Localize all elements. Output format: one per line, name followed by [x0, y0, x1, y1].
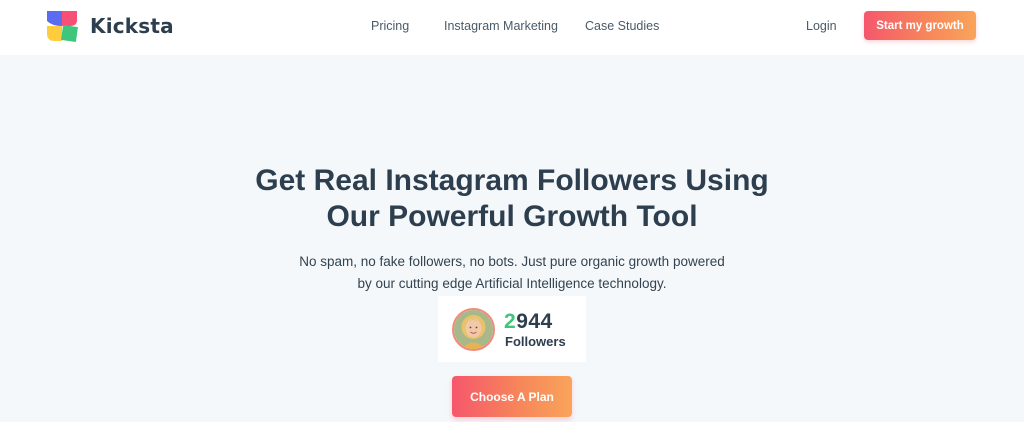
nav-pricing-link[interactable]: Pricing — [371, 19, 409, 33]
follower-count-rest-digits: 944 — [516, 310, 553, 333]
top-navigation-bar: Kicksta Pricing Instagram Marketing Case… — [0, 0, 1024, 55]
nav-instagram-marketing-link[interactable]: Instagram Marketing — [444, 19, 558, 33]
choose-a-plan-button[interactable]: Choose A Plan — [452, 376, 572, 417]
hero-title-line-1: Get Real Instagram Followers Using — [255, 164, 769, 197]
follower-counter-card: 2944 Followers — [438, 296, 586, 362]
hero-title-line-2: Our Powerful Growth Tool — [326, 200, 698, 233]
hero-subtitle: No spam, no fake followers, no bots. Jus… — [0, 251, 1024, 295]
hero-subtitle-line-2: by our cutting edge Artificial Intellige… — [357, 276, 667, 291]
avatar-image — [454, 310, 493, 349]
hero-subtitle-line-1: No spam, no fake followers, no bots. Jus… — [299, 254, 725, 269]
follower-count: 2944 — [504, 310, 553, 334]
login-link[interactable]: Login — [806, 19, 837, 33]
start-my-growth-button[interactable]: Start my growth — [864, 11, 976, 40]
nav-case-studies-link[interactable]: Case Studies — [585, 19, 659, 33]
followers-label: Followers — [505, 334, 566, 349]
hero-title: Get Real Instagram Followers Using Our P… — [0, 163, 1024, 235]
follower-count-first-digit: 2 — [504, 310, 517, 333]
avatar — [452, 308, 495, 351]
